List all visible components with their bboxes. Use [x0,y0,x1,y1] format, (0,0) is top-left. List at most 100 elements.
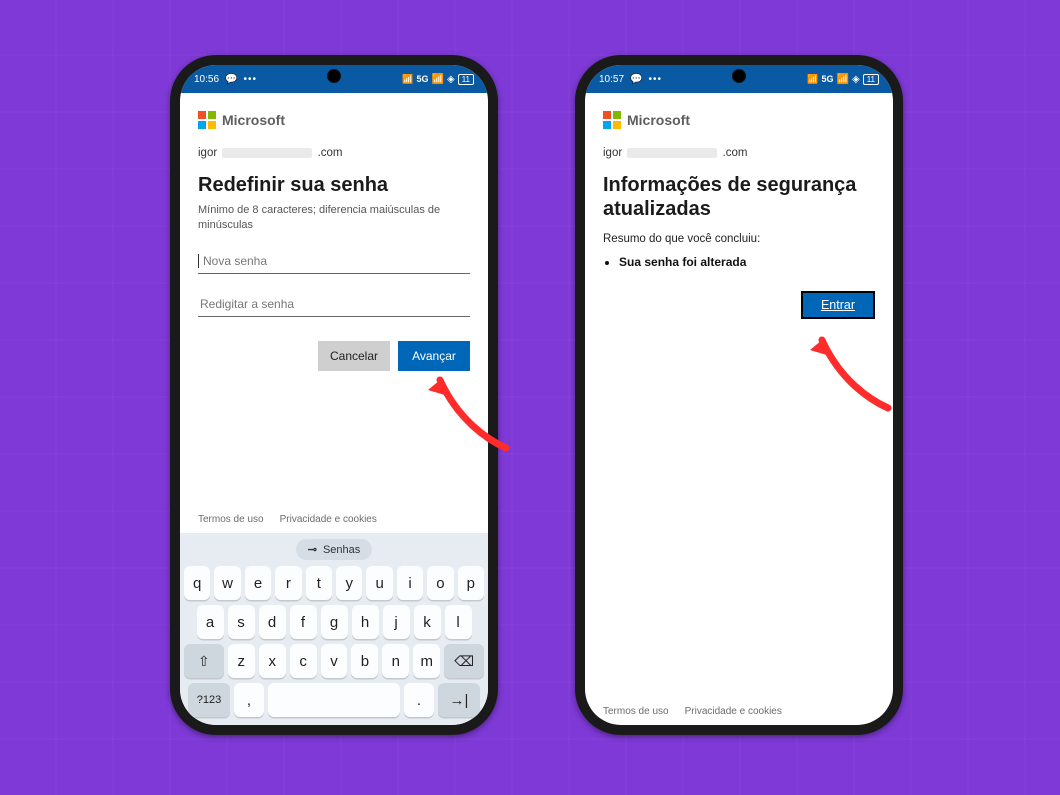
key-v[interactable]: v [321,644,348,678]
email-suffix: .com [318,147,343,159]
key-m[interactable]: m [413,644,440,678]
key-j[interactable]: j [383,605,410,639]
email-redacted [222,148,312,158]
keyboard-row-1: qwertyuiop [184,566,484,600]
microsoft-name: Microsoft [627,112,690,128]
email-suffix: .com [723,147,748,159]
wifi-icon: ◈ [447,74,455,85]
new-password-input[interactable] [201,253,470,269]
phone-right: 10:57 💬 ••• 📶 5G 📶 ◈ 11 Microsoft [575,55,903,735]
key-n[interactable]: n [382,644,409,678]
page-title: Informações de segurança atualizadas [603,173,875,221]
status-time: 10:57 [599,74,624,85]
microsoft-logo-icon [603,111,621,129]
microsoft-brand: Microsoft [603,111,875,129]
microsoft-brand: Microsoft [198,111,470,129]
stage: 10:56 💬 ••• 📶 5G 📶 ◈ 11 Microsoft [0,0,1060,795]
key-h[interactable]: h [352,605,379,639]
key-b[interactable]: b [351,644,378,678]
page-security-updated: Microsoft igor .com Informações de segur… [585,93,893,725]
key-g[interactable]: g [321,605,348,639]
enter-key[interactable]: →| [438,683,480,717]
camera-hole [732,69,746,83]
repeat-password-input[interactable] [198,296,470,312]
keyboard-suggestion-pill[interactable]: ⊸ Senhas [296,539,373,560]
footer-links: Termos de uso Privacidade e cookies [198,506,470,533]
text-caret [198,254,199,268]
cancel-button[interactable]: Cancelar [318,341,390,371]
shift-key[interactable]: ⇧ [184,644,224,678]
comma-key[interactable]: , [234,683,264,717]
key-w[interactable]: w [214,566,240,600]
camera-hole [327,69,341,83]
key-t[interactable]: t [306,566,332,600]
terms-link[interactable]: Termos de uso [198,514,264,525]
symbols-key[interactable]: ?123 [188,683,230,717]
key-o[interactable]: o [427,566,453,600]
signal-primary: 📶 [837,74,849,85]
chat-icon: 💬 [630,74,642,85]
keyboard-pill-label: Senhas [323,544,360,556]
key-e[interactable]: e [245,566,271,600]
key-y[interactable]: y [336,566,362,600]
microsoft-logo-icon [198,111,216,129]
key-u[interactable]: u [366,566,392,600]
key-icon: ⊸ [308,543,317,556]
signal-secondary: 📶 [402,74,413,85]
key-x[interactable]: x [259,644,286,678]
key-z[interactable]: z [228,644,255,678]
space-key[interactable] [268,683,400,717]
key-f[interactable]: f [290,605,317,639]
backspace-key[interactable]: ⌫ [444,644,484,678]
microsoft-name: Microsoft [222,112,285,128]
completed-list: Sua senha foi alterada [619,255,875,269]
phone-left: 10:56 💬 ••• 📶 5G 📶 ◈ 11 Microsoft [170,55,498,735]
key-q[interactable]: q [184,566,210,600]
privacy-link[interactable]: Privacidade e cookies [685,706,782,717]
network-label: 5G [822,74,834,84]
more-icon: ••• [648,74,662,85]
repeat-password-field[interactable] [198,290,470,317]
enter-button[interactable]: Entrar [801,291,875,319]
footer-links: Termos de uso Privacidade e cookies [603,698,875,725]
wifi-icon: ◈ [852,74,860,85]
key-a[interactable]: a [197,605,224,639]
keyboard-row-4: ?123 , . →| [184,683,484,717]
more-icon: ••• [243,74,257,85]
page-reset-password: Microsoft igor .com Redefinir sua senha … [180,93,488,533]
network-label: 5G [417,74,429,84]
key-r[interactable]: r [275,566,301,600]
soft-keyboard[interactable]: ⊸ Senhas qwertyuiop asdfghjkl ⇧ zxcvbnm … [180,533,488,725]
screen-right: 10:57 💬 ••• 📶 5G 📶 ◈ 11 Microsoft [585,65,893,725]
key-i[interactable]: i [397,566,423,600]
email-prefix: igor [198,147,217,159]
signal-primary: 📶 [432,74,444,85]
button-row: Cancelar Avançar [198,341,470,371]
page-subtitle: Mínimo de 8 caracteres; diferencia maiús… [198,203,470,233]
advance-button[interactable]: Avançar [398,341,470,371]
key-l[interactable]: l [445,605,472,639]
status-time: 10:56 [194,74,219,85]
chat-icon: 💬 [225,74,237,85]
keyboard-row-3: ⇧ zxcvbnm ⌫ [184,644,484,678]
key-p[interactable]: p [458,566,484,600]
account-email: igor .com [603,147,875,159]
email-redacted [627,148,717,158]
key-s[interactable]: s [228,605,255,639]
new-password-field[interactable] [198,247,470,274]
terms-link[interactable]: Termos de uso [603,706,669,717]
battery-icon: 11 [458,74,474,85]
key-k[interactable]: k [414,605,441,639]
email-prefix: igor [603,147,622,159]
completed-item: Sua senha foi alterada [619,255,875,269]
keyboard-row-2: asdfghjkl [184,605,484,639]
account-email: igor .com [198,147,470,159]
period-key[interactable]: . [404,683,434,717]
summary-label: Resumo do que você concluiu: [603,233,875,245]
key-c[interactable]: c [290,644,317,678]
signal-secondary: 📶 [807,74,818,85]
privacy-link[interactable]: Privacidade e cookies [280,514,377,525]
screen-left: 10:56 💬 ••• 📶 5G 📶 ◈ 11 Microsoft [180,65,488,725]
key-d[interactable]: d [259,605,286,639]
battery-icon: 11 [863,74,879,85]
